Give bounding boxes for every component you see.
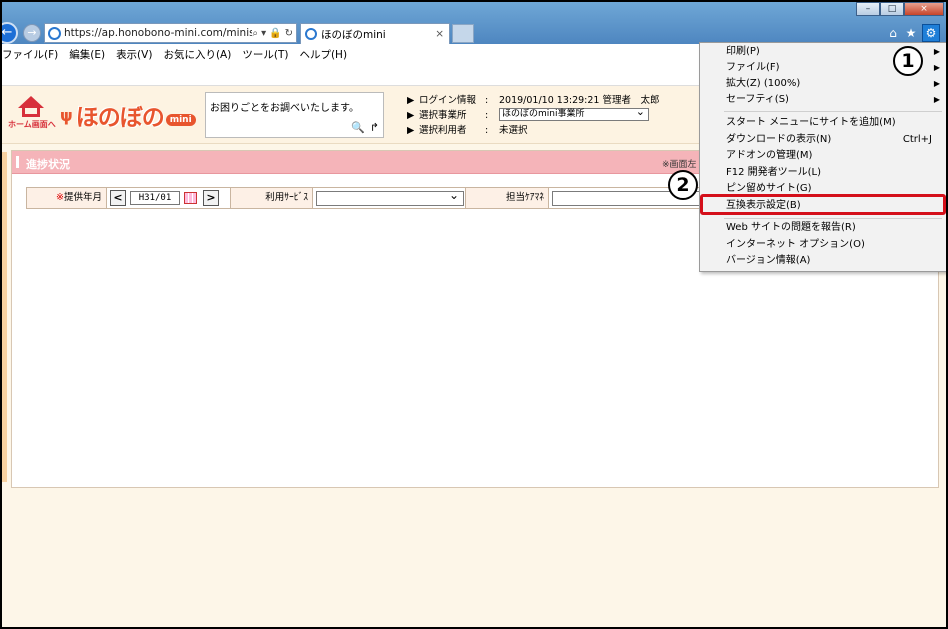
- menu-help[interactable]: ヘルプ(H): [299, 47, 347, 62]
- user-value: 未選択: [499, 125, 528, 136]
- tab-favicon-icon: [305, 28, 317, 40]
- menu-view[interactable]: 表示(V): [116, 47, 152, 62]
- address-icons: ⌕ ▾ 🔒 ↻: [252, 28, 296, 39]
- logo-badge: mini: [165, 114, 196, 126]
- year-month-field: < H31/01 >: [107, 188, 231, 208]
- help-search-box[interactable]: お困りごとをお調べいたします。 🔍 ↱: [205, 92, 384, 138]
- home-icon[interactable]: ⌂: [886, 26, 900, 40]
- search-icon[interactable]: 🔍: [351, 121, 365, 134]
- menu-file[interactable]: ファイル(F): [2, 47, 58, 62]
- compat-view-highlight: [700, 194, 946, 215]
- menu-item-zoom[interactable]: 拡大(Z) (100%) ▶: [700, 76, 946, 92]
- home-screen-link[interactable]: ホーム画面へ: [8, 96, 56, 134]
- bullet-arrow-icon: ▶: [407, 110, 415, 121]
- tab-close-icon[interactable]: ×: [435, 28, 444, 40]
- caremanager-label: 担当ｹｱﾏﾈ: [466, 188, 549, 208]
- app-logo: ψ ほのぼの mini: [60, 96, 200, 134]
- left-edge-strip: [2, 152, 7, 482]
- menu-tools[interactable]: ツール(T): [242, 47, 288, 62]
- service-select[interactable]: [316, 188, 464, 206]
- user-row: ▶ 選択利用者 : 未選択: [407, 125, 528, 136]
- downloads-shortcut: Ctrl+J: [902, 134, 932, 145]
- menu-favorites[interactable]: お気に入り(A): [163, 47, 231, 62]
- submenu-arrow-icon: ▶: [933, 47, 940, 56]
- callout-step-2: 2: [668, 170, 698, 200]
- next-month-button[interactable]: >: [203, 190, 219, 206]
- menu-item-about[interactable]: バージョン情報(A): [700, 253, 946, 269]
- menu-item-manage-addons[interactable]: アドオンの管理(M): [700, 148, 946, 164]
- house-icon: [18, 96, 44, 108]
- home-link-label: ホーム画面へ: [8, 120, 56, 129]
- bullet-arrow-icon: ▶: [407, 95, 415, 106]
- office-select[interactable]: ほのぼのmini事業所: [499, 106, 649, 121]
- address-bar[interactable]: https://ap.honobono-mini.com/minisv/MN ⌕…: [44, 23, 297, 43]
- help-icons: 🔍 ↱: [351, 121, 379, 134]
- service-field: [313, 188, 466, 208]
- office-row: ▶ 選択事業所 : ほのぼのmini事業所: [407, 106, 659, 123]
- menu-item-add-to-start[interactable]: スタート メニューにサイトを追加(M): [700, 115, 946, 131]
- service-label: 利用ｻｰﾋﾞｽ: [231, 188, 313, 208]
- menu-item-downloads[interactable]: ダウンロードの表示(N) Ctrl+J: [700, 132, 946, 148]
- ie-tools-menu: 印刷(P) ▶ ファイル(F) ▶ 拡大(Z) (100%) ▶ セーフティ(S) ▶ …: [699, 42, 946, 272]
- maximize-button[interactable]: □: [880, 2, 904, 16]
- url-text[interactable]: https://ap.honobono-mini.com/minisv/MN: [64, 27, 252, 39]
- back-arrow-icon[interactable]: ←: [2, 22, 18, 44]
- submenu-arrow-icon: ▶: [933, 79, 940, 88]
- toolbar-icons: ⌂ ★ ⚙: [886, 24, 940, 42]
- submenu-arrow-icon: ▶: [933, 63, 940, 72]
- refresh-icon[interactable]: ↻: [285, 28, 293, 39]
- logo-mark-icon: ψ: [60, 105, 73, 125]
- callout-step-1: 1: [893, 46, 923, 76]
- year-month-label: ※提供年月: [27, 188, 107, 208]
- browser-tab[interactable]: ほのぼのmini ×: [300, 23, 450, 44]
- menu-edit[interactable]: 編集(E): [69, 47, 105, 62]
- submenu-arrow-icon: ▶: [933, 95, 940, 104]
- panel-note: ※画面左: [662, 160, 697, 170]
- new-tab-button[interactable]: [452, 24, 474, 43]
- menu-separator: [724, 111, 942, 112]
- login-info-row: ▶ ログイン情報 : 2019/01/10 13:29:21 管理者 太郎: [407, 95, 660, 106]
- menu-item-internet-options[interactable]: インターネット オプション(O): [700, 237, 946, 253]
- login-info: ▶ ログイン情報 : 2019/01/10 13:29:21 管理者 太郎 ▶ …: [407, 93, 659, 138]
- gear-icon[interactable]: ⚙: [922, 24, 940, 42]
- panel-title: 進捗状況: [26, 158, 70, 171]
- favorites-star-icon[interactable]: ★: [904, 26, 918, 40]
- logo-text: ほのぼの: [75, 105, 165, 131]
- calendar-icon[interactable]: [184, 192, 197, 204]
- screenshot-frame: – □ × ← → https://ap.honobono-mini.com/m…: [0, 0, 948, 629]
- browser-titlebar: – □ × ← → https://ap.honobono-mini.com/m…: [2, 2, 946, 44]
- window-controls: – □ ×: [856, 2, 944, 16]
- prev-month-button[interactable]: <: [110, 190, 126, 206]
- lock-icon[interactable]: 🔒: [269, 28, 281, 39]
- search-dropdown-icon[interactable]: ⌕ ▾: [252, 28, 266, 39]
- menu-item-dev-tools[interactable]: F12 開発者ツール(L): [700, 165, 946, 181]
- go-arrow-icon[interactable]: ↱: [370, 121, 379, 134]
- menu-item-safety[interactable]: セーフティ(S) ▶: [700, 92, 946, 108]
- menu-item-report-problem[interactable]: Web サイトの問題を報告(R): [700, 220, 946, 236]
- tab-title: ほのぼのmini: [321, 28, 386, 41]
- year-month-input[interactable]: H31/01: [130, 191, 180, 205]
- menu-separator: [724, 218, 942, 219]
- ie-page-icon: [48, 26, 61, 40]
- forward-arrow-icon[interactable]: →: [23, 24, 41, 42]
- close-window-button[interactable]: ×: [904, 2, 944, 16]
- help-search-prompt: お困りごとをお調べいたします。: [210, 103, 359, 114]
- bullet-arrow-icon: ▶: [407, 125, 415, 136]
- minimize-button[interactable]: –: [856, 2, 880, 16]
